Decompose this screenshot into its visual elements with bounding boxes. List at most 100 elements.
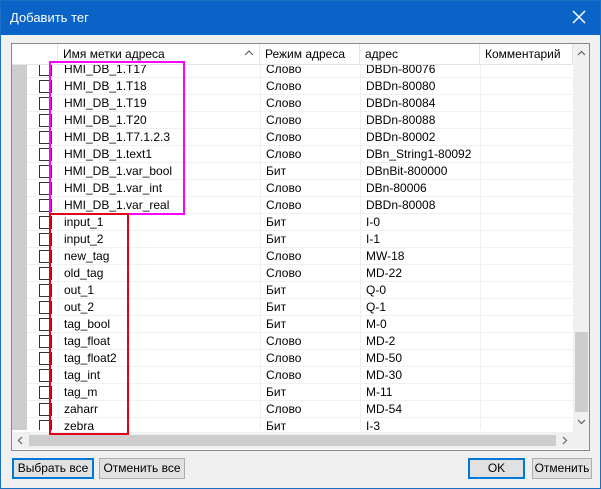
comment-cell — [486, 197, 573, 214]
address-mode-cell: Слово — [266, 113, 302, 127]
table-row[interactable]: input_2 Бит I-1 — [27, 231, 573, 248]
row-checkbox[interactable] — [39, 335, 52, 348]
comment-cell — [486, 248, 573, 265]
table-row[interactable]: HMI_DB_1.var_real Слово DBDn-80008 — [27, 197, 573, 214]
tag-name-cell: old_tag — [64, 266, 104, 280]
comment-cell — [486, 231, 573, 248]
row-checkbox[interactable] — [39, 420, 52, 430]
row-checkbox[interactable] — [39, 65, 52, 76]
tag-name-cell: tag_m — [64, 385, 98, 399]
address-cell: I-3 — [366, 419, 381, 430]
address-mode-cell: Бит — [266, 232, 287, 246]
scroll-right-icon[interactable] — [556, 432, 573, 449]
select-all-button[interactable]: Выбрать все — [12, 458, 94, 479]
table-row[interactable]: tag_bool Бит M-0 — [27, 316, 573, 333]
table-row[interactable]: HMI_DB_1.T17 Слово DBDn-80076 — [27, 65, 573, 78]
table-row[interactable]: HMI_DB_1.var_bool Бит DBnBit-800000 — [27, 163, 573, 180]
address-mode-cell: Слово — [266, 198, 302, 212]
column-header-name[interactable]: Имя метки адреса — [58, 44, 260, 65]
table-row[interactable]: HMI_DB_1.T7.1.2.3 Слово DBDn-80002 — [27, 129, 573, 146]
table-row[interactable]: tag_int Слово MD-30 — [27, 367, 573, 384]
row-checkbox[interactable] — [39, 80, 52, 93]
close-icon[interactable] — [570, 8, 588, 26]
table-row[interactable]: zaharr Слово MD-54 — [27, 401, 573, 418]
add-tag-dialog: Добавить тег Имя метки адреса Режим адре… — [0, 0, 601, 489]
scroll-down-icon[interactable] — [573, 413, 590, 430]
comment-cell — [486, 418, 573, 430]
address-cell: DBDn-80084 — [366, 96, 436, 110]
table-row[interactable]: tag_m Бит M-11 — [27, 384, 573, 401]
table-row[interactable]: HMI_DB_1.var_int Слово DBn-80006 — [27, 180, 573, 197]
address-mode-cell: Слово — [266, 147, 302, 161]
address-mode-cell: Слово — [266, 96, 302, 110]
address-cell: DBn-80006 — [366, 181, 427, 195]
table-row[interactable]: input_1 Бит I-0 — [27, 214, 573, 231]
table-row[interactable]: out_1 Бит Q-0 — [27, 282, 573, 299]
row-checkbox[interactable] — [39, 97, 52, 110]
tag-list[interactable]: Имя метки адреса Режим адреса адрес Комм… — [11, 43, 590, 451]
comment-cell — [486, 333, 573, 350]
column-header-address[interactable]: адрес — [360, 44, 480, 65]
table-row[interactable]: tag_float Слово MD-2 — [27, 333, 573, 350]
address-cell: DBn_String1-80092 — [366, 147, 472, 161]
row-checkbox[interactable] — [39, 386, 52, 399]
table-row[interactable]: HMI_DB_1.T20 Слово DBDn-80088 — [27, 112, 573, 129]
tag-name-cell: HMI_DB_1.T18 — [64, 79, 147, 93]
address-mode-cell: Бит — [266, 317, 287, 331]
address-mode-cell: Слово — [266, 181, 302, 195]
table-row[interactable]: new_tag Слово MW-18 — [27, 248, 573, 265]
row-checkbox[interactable] — [39, 284, 52, 297]
address-mode-cell: Слово — [266, 65, 302, 76]
row-checkbox[interactable] — [39, 369, 52, 382]
table-row[interactable]: old_tag Слово MD-22 — [27, 265, 573, 282]
scroll-left-icon[interactable] — [12, 432, 29, 449]
row-checkbox[interactable] — [39, 352, 52, 365]
comment-cell — [486, 265, 573, 282]
column-header-mode[interactable]: Режим адреса — [260, 44, 360, 65]
row-checkbox[interactable] — [39, 403, 52, 416]
row-checkbox[interactable] — [39, 250, 52, 263]
row-checkbox[interactable] — [39, 199, 52, 212]
row-checkbox[interactable] — [39, 165, 52, 178]
list-rows: HMI_DB_1.T17 Слово DBDn-80076 HMI_DB_1.T18 С… — [27, 65, 573, 430]
table-row[interactable]: HMI_DB_1.text1 Слово DBn_String1-80092 — [27, 146, 573, 163]
list-header: Имя метки адреса Режим адреса адрес Комм… — [12, 44, 573, 65]
table-row[interactable]: zebra Бит I-3 — [27, 418, 573, 430]
column-header-mode-label: Режим адреса — [265, 47, 346, 61]
row-checkbox[interactable] — [39, 267, 52, 280]
table-row[interactable]: tag_float2 Слово MD-50 — [27, 350, 573, 367]
table-row[interactable]: HMI_DB_1.T18 Слово DBDn-80080 — [27, 78, 573, 95]
table-row[interactable]: out_2 Бит Q-1 — [27, 299, 573, 316]
horizontal-scrollbar[interactable] — [12, 432, 589, 449]
horizontal-scroll-thumb[interactable] — [29, 435, 556, 446]
vertical-scroll-thumb[interactable] — [575, 332, 588, 412]
address-mode-cell: Бит — [266, 283, 287, 297]
table-row[interactable]: HMI_DB_1.T19 Слово DBDn-80084 — [27, 95, 573, 112]
scroll-up-icon[interactable] — [573, 45, 590, 62]
tag-name-cell: HMI_DB_1.var_real — [64, 198, 170, 212]
vertical-scrollbar[interactable] — [573, 44, 590, 435]
row-checkbox[interactable] — [39, 131, 52, 144]
comment-cell — [486, 282, 573, 299]
cancel-button[interactable]: Отменить — [532, 458, 592, 479]
comment-cell — [486, 78, 573, 95]
column-header-comment[interactable]: Комментарий — [480, 44, 573, 65]
address-mode-cell: Слово — [266, 402, 302, 416]
ok-button[interactable]: OK — [468, 458, 525, 479]
row-checkbox[interactable] — [39, 216, 52, 229]
deselect-all-button[interactable]: Отменить все — [99, 458, 185, 479]
column-header-name-label: Имя метки адреса — [63, 47, 165, 61]
row-checkbox[interactable] — [39, 318, 52, 331]
comment-cell — [486, 367, 573, 384]
comment-cell — [486, 180, 573, 197]
address-mode-cell: Бит — [266, 300, 287, 314]
row-checkbox[interactable] — [39, 301, 52, 314]
address-cell: DBDn-80076 — [366, 65, 436, 76]
row-checkbox[interactable] — [39, 114, 52, 127]
row-checkbox[interactable] — [39, 233, 52, 246]
address-mode-cell: Слово — [266, 351, 302, 365]
row-checkbox[interactable] — [39, 182, 52, 195]
row-checkbox[interactable] — [39, 148, 52, 161]
address-cell: DBnBit-800000 — [366, 164, 448, 178]
comment-cell — [486, 401, 573, 418]
